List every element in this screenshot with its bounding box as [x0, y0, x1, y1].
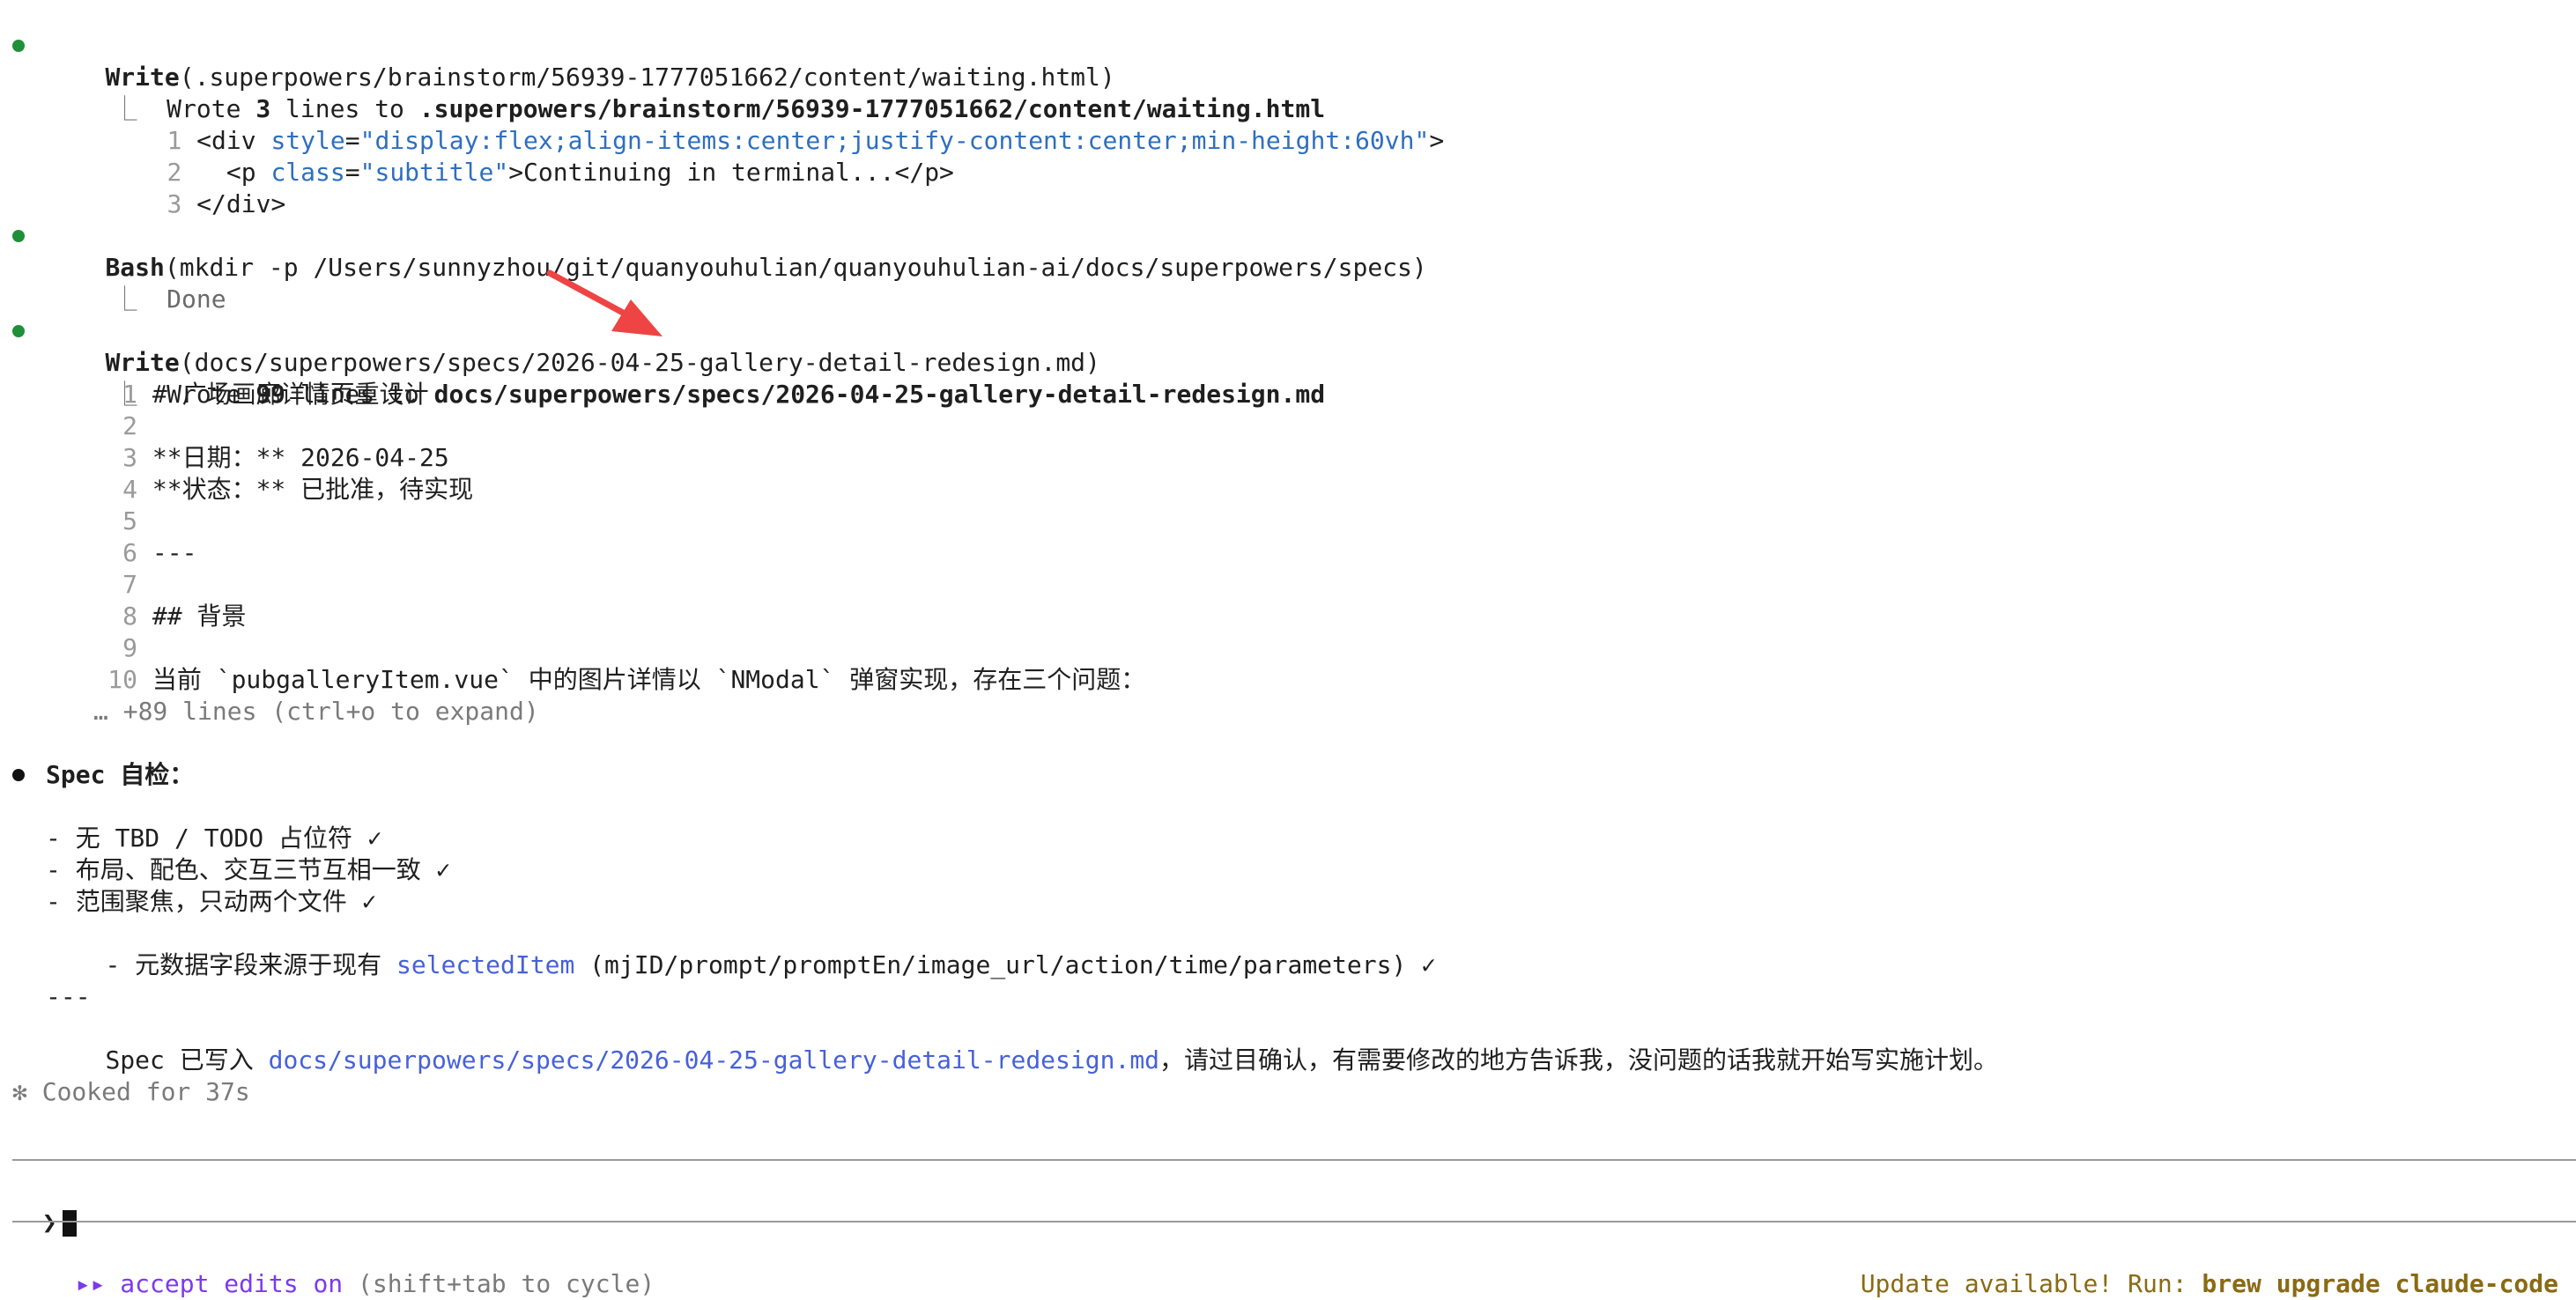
mode-hint: (shift+tab to cycle): [343, 1269, 655, 1298]
md-line: 8 ## 背景: [122, 602, 247, 631]
code-line: 3 </div>: [167, 189, 286, 218]
selected-item-link[interactable]: selectedItem: [396, 950, 574, 979]
md-line: 5: [122, 506, 137, 536]
prompt-bottom-border: [12, 1221, 2576, 1222]
result-path: docs/superpowers/specs/2026-04-25-galler…: [433, 380, 1326, 409]
md-line: 6 ---: [122, 538, 197, 567]
checklist-item: - 布局、配色、交互三节互相一致 ✓: [46, 855, 451, 884]
code-line: 1 <div style="display:flex;align-items:c…: [167, 126, 1445, 155]
md-line: 2: [122, 411, 137, 440]
fast-forward-icon: ▸▸: [75, 1269, 106, 1298]
expand-hint[interactable]: … +89 lines (ctrl+o to expand): [93, 696, 539, 728]
md-line: 3 **日期：** 2026-04-25: [122, 443, 449, 472]
branch-icon: ⎿: [112, 284, 137, 314]
checklist-item: - 元数据字段来源于现有 selectedItem (mjID/prompt/p…: [105, 950, 1437, 979]
annotation-arrow-icon: [546, 270, 663, 336]
checklist-item: - 范围聚焦，只动两个文件 ✓: [46, 887, 377, 916]
mode-label: accept edits on: [120, 1269, 344, 1298]
spec-file-link[interactable]: docs/superpowers/specs/2026-04-25-galler…: [269, 1045, 1159, 1075]
status-dot-icon: [12, 40, 25, 52]
text-cursor: [62, 1210, 77, 1237]
bash-result: Done: [167, 284, 226, 314]
status-dot-icon: [12, 325, 25, 337]
spec-title: Spec 自检：: [46, 760, 195, 789]
markdown-divider: ---: [46, 982, 91, 1011]
md-line: 10 当前 `pubgalleryItem.vue` 中的图片详情以 `NMod…: [107, 665, 1146, 694]
md-line: 9: [122, 633, 137, 662]
update-command: brew upgrade claude-code: [2202, 1269, 2558, 1298]
md-line: 4 **状态：** 已批准，待实现: [122, 475, 474, 504]
mode-indicator[interactable]: ▸▸ accept edits on (shift+tab to cycle): [46, 1237, 655, 1298]
update-notice: Update available! Run: brew upgrade clau…: [1860, 1269, 2558, 1298]
message-dot-icon: [12, 769, 25, 781]
final-message: Spec 已写入 docs/superpowers/specs/2026-04-…: [105, 1045, 1999, 1075]
prompt-top-border: [12, 1159, 2576, 1161]
md-line: 7: [122, 570, 137, 599]
status-dot-icon: [12, 230, 25, 242]
cooked-status: ✻ Cooked for 37s: [12, 1077, 250, 1106]
code-line: 2 <p class="subtitle">Continuing in term…: [167, 158, 954, 187]
md-line: 1 # 广场画廊详情页重设计: [122, 380, 429, 409]
checklist-item: - 无 TBD / TODO 占位符 ✓: [46, 824, 382, 853]
prompt-input[interactable]: ❯: [12, 1175, 77, 1237]
tool-args: (mkdir -p /Users/sunnyzhou/git/quanyouhu…: [164, 253, 1427, 282]
